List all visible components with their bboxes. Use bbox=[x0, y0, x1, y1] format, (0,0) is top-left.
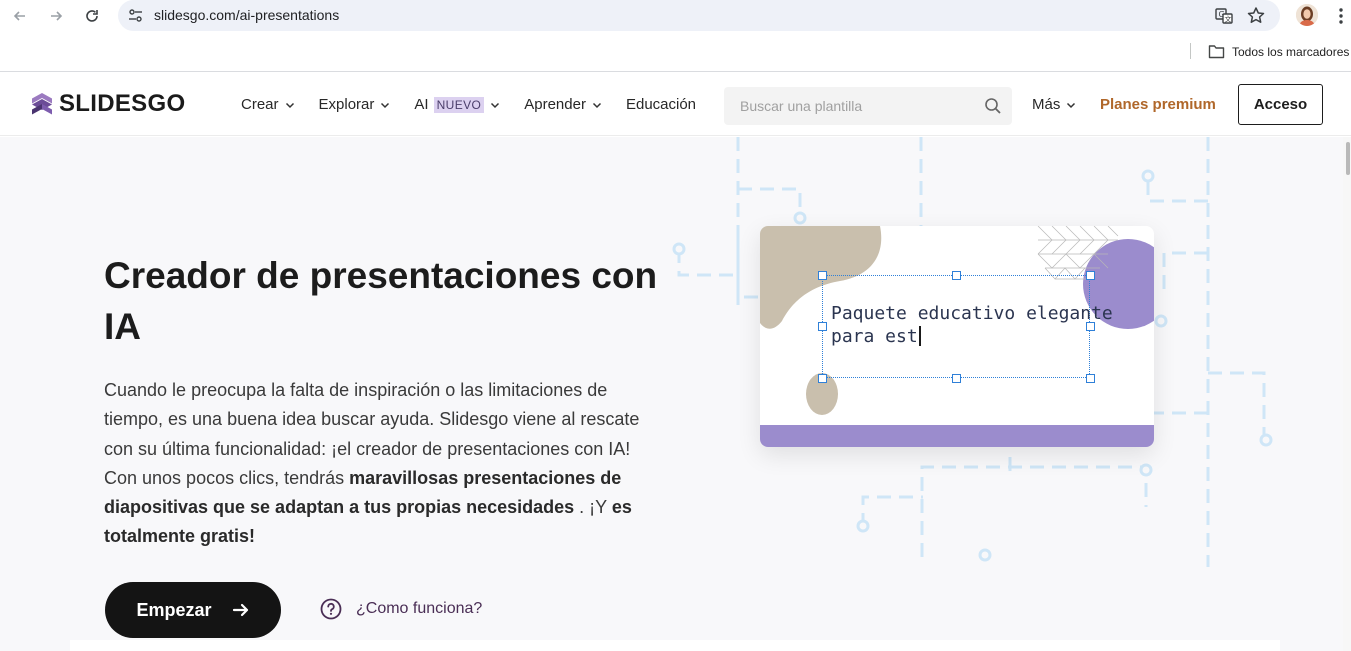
translate-icon[interactable]: G文 bbox=[1214, 6, 1234, 26]
chevron-down-icon bbox=[381, 102, 390, 108]
start-button-label: Empezar bbox=[136, 599, 212, 620]
site-settings-icon[interactable] bbox=[127, 7, 144, 24]
forward-button[interactable] bbox=[45, 5, 67, 27]
resize-handle[interactable] bbox=[1086, 374, 1095, 383]
hero-bottom-strip bbox=[70, 640, 1280, 651]
how-it-works-link[interactable]: ¿Como funciona? bbox=[320, 598, 482, 620]
scrollbar-thumb[interactable] bbox=[1346, 142, 1350, 175]
all-bookmarks-link[interactable]: Todos los marcadores bbox=[1232, 45, 1349, 59]
bookmarks-bar: Todos los marcadores bbox=[0, 32, 1351, 72]
start-button[interactable]: Empezar bbox=[105, 582, 281, 638]
hero-title: Creador de presentaciones con IA bbox=[104, 255, 658, 347]
arrow-right-icon bbox=[232, 603, 248, 617]
arrow-right-icon bbox=[51, 11, 63, 21]
slidesgo-logo-icon bbox=[32, 93, 52, 115]
slide-footer-band bbox=[760, 425, 1154, 447]
login-button[interactable]: Acceso bbox=[1238, 84, 1323, 125]
premium-plans-link[interactable]: Planes premium bbox=[1100, 96, 1216, 113]
profile-photo-icon bbox=[1296, 4, 1318, 26]
menu-item-label: Explorar bbox=[318, 96, 375, 113]
scrollbar-track[interactable] bbox=[1343, 137, 1351, 651]
search-icon[interactable] bbox=[984, 97, 1002, 115]
chevron-down-icon bbox=[592, 102, 601, 108]
folder-icon[interactable] bbox=[1208, 44, 1225, 59]
resize-handle[interactable] bbox=[818, 374, 827, 383]
bookmarks-separator bbox=[1190, 43, 1191, 59]
new-badge: NUEVO bbox=[433, 96, 485, 113]
chevron-down-icon bbox=[1067, 102, 1076, 108]
resize-handle[interactable] bbox=[952, 374, 961, 383]
menu-item-ai[interactable]: AI NUEVO bbox=[414, 96, 500, 113]
url-text[interactable]: slidesgo.com/ai-presentations bbox=[154, 7, 339, 23]
resize-handle[interactable] bbox=[1086, 271, 1095, 280]
browser-menu-icon[interactable] bbox=[1334, 6, 1348, 26]
menu-item-label: AI bbox=[414, 96, 429, 113]
text-caret bbox=[918, 326, 921, 346]
typed-line-2-text: para est bbox=[831, 326, 918, 347]
main-menu: Crear Explorar AI NUEVO Aprender Educaci… bbox=[241, 73, 720, 136]
menu-item-explorar[interactable]: Explorar bbox=[319, 96, 391, 113]
menu-item-educacion[interactable]: Educación bbox=[626, 96, 696, 113]
menu-item-crear[interactable]: Crear bbox=[241, 96, 295, 113]
resize-handle[interactable] bbox=[952, 271, 961, 280]
how-it-works-label: ¿Como funciona? bbox=[356, 600, 483, 617]
slidesgo-logo[interactable]: SLIDESGO bbox=[30, 90, 186, 117]
site-header: SLIDESGO Crear Explorar AI NUEVO Aprende… bbox=[0, 73, 1351, 136]
chevron-down-icon bbox=[285, 102, 294, 108]
svg-text:文: 文 bbox=[1225, 15, 1232, 24]
menu-item-label: Educación bbox=[625, 96, 697, 113]
reload-button[interactable] bbox=[81, 5, 103, 27]
slide-typed-text: Paquete educativo elegante para est bbox=[831, 302, 1131, 348]
resize-handle[interactable] bbox=[818, 322, 827, 331]
back-button[interactable] bbox=[9, 5, 31, 27]
more-menu[interactable]: Más bbox=[1032, 96, 1076, 113]
menu-item-aprender[interactable]: Aprender bbox=[524, 96, 602, 113]
menu-item-label: Crear bbox=[241, 96, 279, 113]
menu-item-label: Aprender bbox=[524, 96, 586, 113]
reload-icon bbox=[86, 10, 98, 22]
typed-line-1: Paquete educativo elegante bbox=[831, 303, 1113, 324]
bookmark-star-icon[interactable] bbox=[1246, 6, 1266, 26]
browser-toolbar: slidesgo.com/ai-presentations G文 bbox=[0, 0, 1351, 32]
chevron-down-icon bbox=[491, 102, 500, 108]
address-bar[interactable]: slidesgo.com/ai-presentations G文 bbox=[118, 0, 1280, 31]
hero-description: Cuando le preocupa la falta de inspiraci… bbox=[104, 376, 664, 552]
template-search bbox=[724, 87, 1012, 125]
profile-avatar[interactable] bbox=[1296, 4, 1318, 26]
more-label: Más bbox=[1032, 96, 1061, 113]
arrow-left-icon bbox=[13, 11, 25, 21]
search-input[interactable] bbox=[724, 87, 974, 125]
hero-description-connector: . ¡Y bbox=[574, 497, 612, 518]
question-circle-icon bbox=[320, 598, 342, 620]
logo-text: SLIDESGO bbox=[59, 90, 186, 117]
resize-handle[interactable] bbox=[818, 271, 827, 280]
typed-line-2: para est bbox=[831, 325, 1131, 348]
slide-preview: Paquete educativo elegante para est bbox=[760, 226, 1154, 447]
